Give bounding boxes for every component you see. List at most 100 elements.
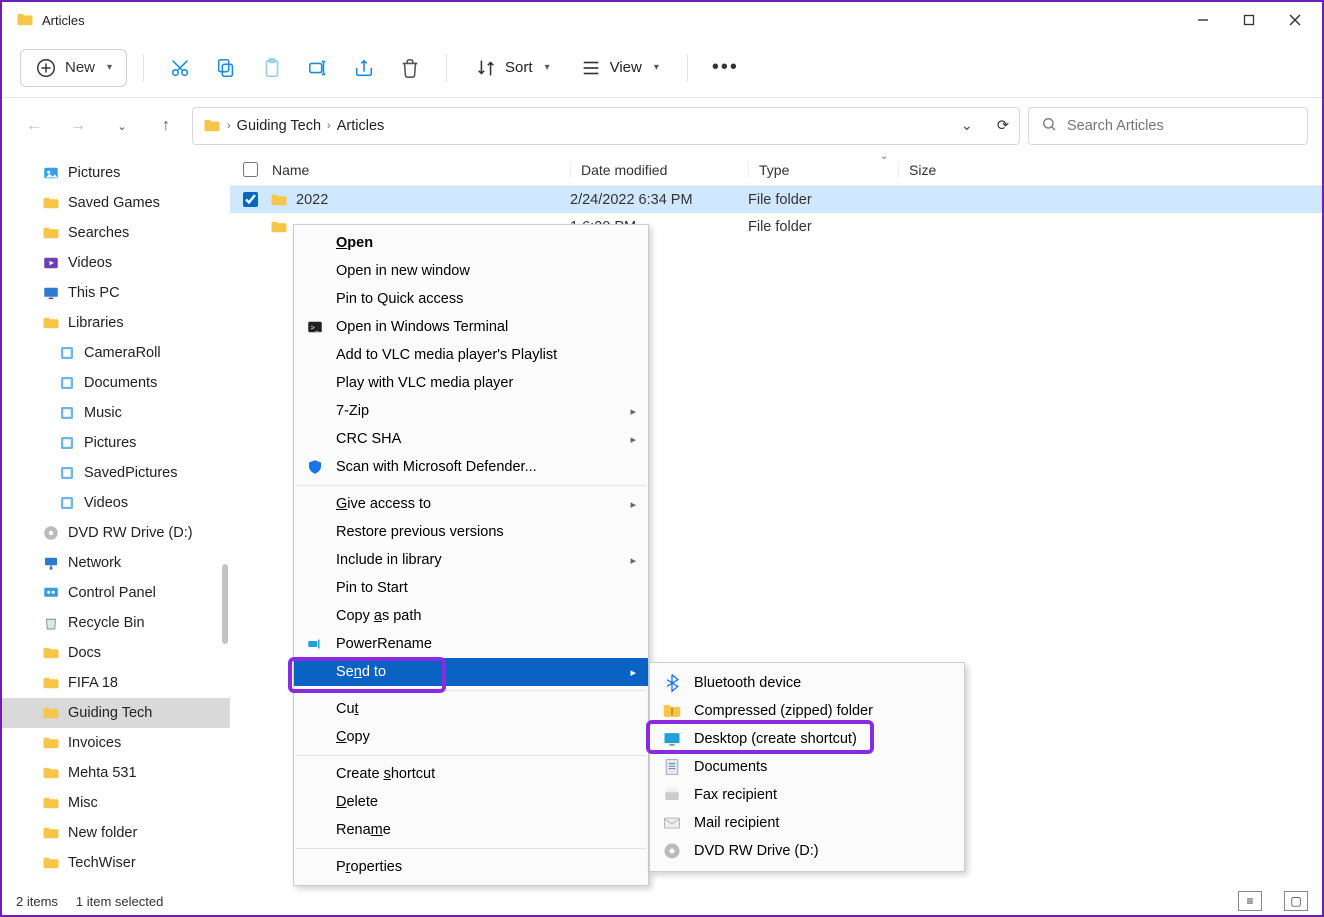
submenu-item[interactable]: Mail recipient [650,809,964,837]
context-menu-item[interactable]: Add to VLC media player's Playlist [294,341,648,369]
toolbar: New ▾ Sort ▾ View ▾ ••• [2,38,1322,98]
mail-icon [662,813,682,833]
context-menu-item[interactable]: Rename [294,816,648,844]
library-icon [58,434,76,452]
navpane-item[interactable]: Recycle Bin [2,608,230,638]
context-menu-item[interactable]: Scan with Microsoft Defender... [294,453,648,481]
context-menu-item[interactable]: Pin to Start [294,574,648,602]
context-menu-item-label: Include in library [336,552,442,568]
context-menu-item[interactable]: Open in new window [294,257,648,285]
column-header-type[interactable]: Type [748,162,898,178]
new-button[interactable]: New ▾ [20,49,127,87]
context-menu-item[interactable]: Copy as path [294,602,648,630]
navpane-item[interactable]: Network [2,548,230,578]
copy-button[interactable] [206,48,246,88]
navpane-item[interactable]: Invoices [2,728,230,758]
file-row[interactable]: 20222/24/2022 6:34 PMFile folder [230,186,1322,213]
maximize-button[interactable] [1226,4,1272,36]
thumbnails-view-button[interactable]: ▢ [1284,891,1308,911]
context-menu-item[interactable]: Copy [294,723,648,751]
column-headers: ⌄ Name Date modified Type Size [230,154,1322,186]
context-menu-item[interactable]: Create shortcut [294,760,648,788]
navpane-item[interactable]: Videos [2,248,230,278]
context-menu-item[interactable]: Play with VLC media player [294,369,648,397]
context-menu-item[interactable]: Pin to Quick access [294,285,648,313]
context-menu-item[interactable]: 7-Zip▸ [294,397,648,425]
up-button[interactable]: ↑ [148,108,184,144]
context-menu-item[interactable]: Send to▸ [294,658,648,686]
navpane-item[interactable]: Docs [2,638,230,668]
navpane-item[interactable]: This PC [2,278,230,308]
context-menu-item-label: Copy [336,729,370,745]
column-header-size[interactable]: Size [898,162,1018,178]
refresh-button[interactable]: ⟳ [997,118,1009,134]
chevron-down-icon[interactable]: ⌄ [961,118,973,134]
forward-button[interactable]: → [60,108,96,144]
folder-icon [42,674,60,692]
context-menu-item[interactable]: CRC SHA▸ [294,425,648,453]
navpane-item[interactable]: Pictures [2,428,230,458]
navpane-item[interactable]: Libraries [2,308,230,338]
navpane-item[interactable]: Saved Games [2,188,230,218]
more-button[interactable]: ••• [704,48,747,88]
navpane-item[interactable]: New folder [2,818,230,848]
navpane-item[interactable]: Control Panel [2,578,230,608]
context-menu-item[interactable]: Delete [294,788,648,816]
details-view-button[interactable]: ≡ [1238,891,1262,911]
sort-button-label: Sort [505,59,533,76]
minimize-button[interactable] [1180,4,1226,36]
breadcrumb-label: Guiding Tech [237,118,321,134]
navpane-item[interactable]: DVD RW Drive (D:) [2,518,230,548]
context-menu-item[interactable]: PowerRename [294,630,648,658]
context-menu-item[interactable]: >_Open in Windows Terminal [294,313,648,341]
delete-button[interactable] [390,48,430,88]
navpane-item[interactable]: SavedPictures [2,458,230,488]
navpane-item[interactable]: TechWiser [2,848,230,878]
context-menu-item[interactable]: Include in library▸ [294,546,648,574]
navpane-item[interactable]: Pictures [2,158,230,188]
submenu-item[interactable]: DVD RW Drive (D:) [650,837,964,865]
navpane-item[interactable]: Misc [2,788,230,818]
row-checkbox[interactable] [243,192,258,207]
file-type: File folder [748,192,898,208]
context-menu-item[interactable]: Open [294,229,648,257]
navpane-item[interactable]: Videos [2,488,230,518]
select-all-checkbox[interactable] [243,162,258,177]
breadcrumb-item[interactable]: Articles [337,118,385,134]
navpane-item[interactable]: Documents [2,368,230,398]
context-menu-item-label: Properties [336,859,402,875]
search-input[interactable] [1067,118,1295,134]
navpane-item[interactable]: Searches [2,218,230,248]
recent-locations-button[interactable]: ⌄ [104,108,140,144]
submenu-item[interactable]: Fax recipient [650,781,964,809]
sort-button[interactable]: Sort ▾ [463,48,562,88]
back-button[interactable]: ← [16,108,52,144]
navpane-item-label: Libraries [68,315,124,331]
column-header-name[interactable]: Name [270,162,570,178]
submenu-item[interactable]: Documents [650,753,964,781]
paste-button[interactable] [252,48,292,88]
navpane-item[interactable]: CameraRoll [2,338,230,368]
address-bar[interactable]: › Guiding Tech › Articles ⌄ ⟳ [192,107,1020,145]
context-menu-item[interactable]: Properties [294,853,648,881]
navpane-item[interactable]: Music [2,398,230,428]
scrollbar-thumb[interactable] [222,564,228,644]
breadcrumb-item[interactable]: Guiding Tech [237,118,321,134]
column-header-date[interactable]: Date modified [570,162,748,178]
navpane-item[interactable]: Mehta 531 [2,758,230,788]
context-menu-item[interactable]: Restore previous versions [294,518,648,546]
close-button[interactable] [1272,4,1318,36]
navpane-item[interactable]: Guiding Tech [2,698,230,728]
submenu-item[interactable]: Compressed (zipped) folder [650,697,964,725]
control-icon [42,584,60,602]
view-button[interactable]: View ▾ [568,48,671,88]
navpane-item[interactable]: FIFA 18 [2,668,230,698]
submenu-item[interactable]: Bluetooth device [650,669,964,697]
rename-button[interactable] [298,48,338,88]
context-menu-item[interactable]: Cut [294,695,648,723]
submenu-item[interactable]: Desktop (create shortcut) [650,725,964,753]
cut-button[interactable] [160,48,200,88]
share-button[interactable] [344,48,384,88]
context-menu-item[interactable]: Give access to▸ [294,490,648,518]
search-box[interactable] [1028,107,1308,145]
